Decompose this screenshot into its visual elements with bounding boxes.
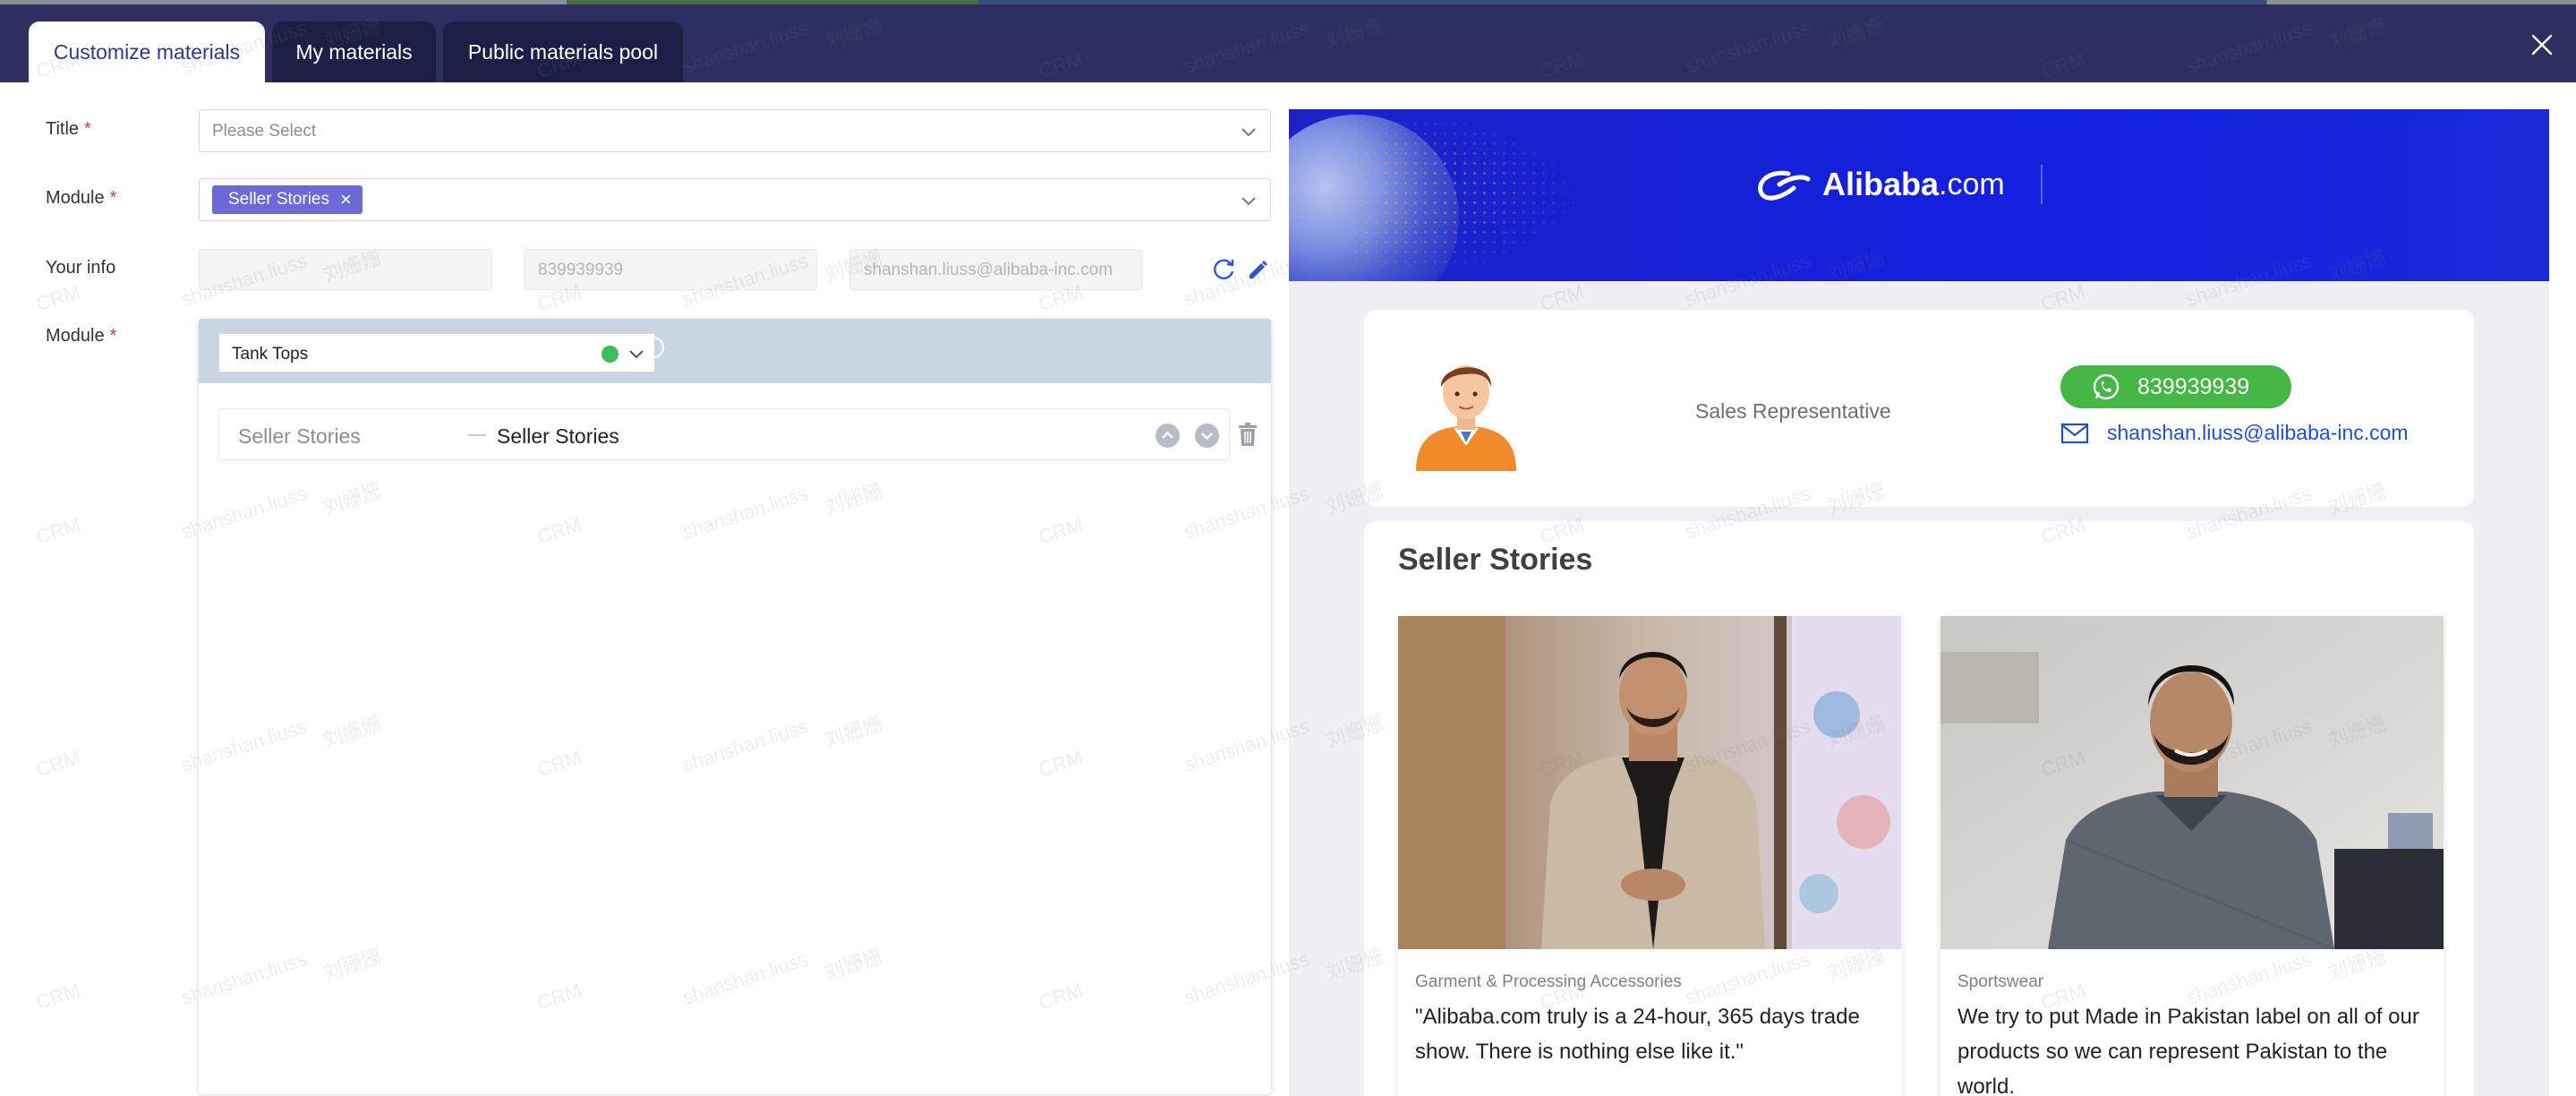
- title-select[interactable]: Please Select: [199, 109, 1271, 152]
- info-name-field: [199, 249, 492, 290]
- module-panel-header: Tank Tops: [199, 319, 1271, 383]
- tab-public-materials-pool[interactable]: Public materials pool: [443, 21, 683, 82]
- story-card[interactable]: Garment & Processing Accessories "Alibab…: [1398, 616, 1901, 1096]
- email-link[interactable]: shanshan.liuss@alibaba-inc.com: [2060, 421, 2409, 445]
- chevron-down-icon: [1201, 432, 1213, 441]
- chevron-down-icon: [1241, 197, 1256, 206]
- info-email-field: shanshan.liuss@alibaba-inc.com: [849, 249, 1143, 290]
- watermark-text: CRM: [33, 512, 83, 549]
- module-type-value: Tank Tops: [232, 345, 309, 364]
- your-info-label-text: Your info: [46, 258, 116, 278]
- module-tag: Seller Stories ×: [212, 185, 363, 214]
- email-address: shanshan.liuss@alibaba-inc.com: [2107, 421, 2409, 444]
- tab-my-materials[interactable]: My materials: [272, 21, 436, 82]
- story-photo: [1941, 616, 2444, 949]
- chevron-down-icon: [1241, 128, 1256, 137]
- move-down-button[interactable]: [1195, 424, 1219, 448]
- alibaba-banner: Alibaba .com: [1289, 109, 2549, 281]
- dialog-header: Customize materials My materials Public …: [0, 0, 2576, 82]
- whatsapp-number: 839939939: [2137, 373, 2250, 399]
- module-multiselect[interactable]: Seller Stories ×: [199, 178, 1271, 221]
- avatar: [1416, 365, 1516, 471]
- info-phone-field: 839939939: [524, 249, 817, 290]
- title-placeholder: Please Select: [212, 122, 317, 141]
- story-quote: We try to put Made in Pakistan label on …: [1958, 1005, 2419, 1096]
- refresh-icon[interactable]: [1212, 256, 1237, 281]
- whatsapp-button[interactable]: 839939939: [2060, 365, 2291, 408]
- watermark-text: CRM: [33, 279, 83, 316]
- module-panel: Tank Tops Seller Stories Seller Stories: [199, 319, 1271, 1094]
- watermark-text: CRM: [33, 978, 83, 1015]
- brand-name: Alibaba: [1822, 166, 1940, 202]
- story-category: Sportswear: [1958, 972, 2044, 991]
- preview-pane: Alibaba .com Sales Representative 839939…: [1289, 109, 2549, 1096]
- story-quote: "Alibaba.com truly is a 24-hour, 365 day…: [1415, 1005, 1860, 1064]
- module-item-row[interactable]: Seller Stories Seller Stories: [218, 408, 1230, 460]
- module2-label: Module *: [46, 326, 116, 347]
- seller-stories-card: Seller Stories Garment & Processing Acce…: [1364, 521, 2474, 1096]
- watermark-text: CRM: [33, 745, 83, 782]
- module-item-name: Seller Stories: [497, 424, 619, 448]
- close-icon[interactable]: [2529, 32, 2555, 57]
- row-separator: [468, 434, 486, 436]
- module-item-source: Seller Stories: [238, 424, 361, 448]
- tab-customize-materials[interactable]: Customize materials: [29, 21, 265, 82]
- title-label-text: Title: [46, 119, 80, 139]
- story-photo: [1398, 616, 1901, 949]
- profile-card: Sales Representative 839939939 shanshan.…: [1364, 310, 2474, 507]
- alibaba-mark-icon: [1758, 170, 1811, 201]
- edit-icon[interactable]: [1245, 256, 1270, 281]
- module-tag-label: Seller Stories: [228, 190, 329, 209]
- sales-role: Sales Representative: [1695, 399, 1891, 423]
- section-title: Seller Stories: [1398, 543, 1593, 577]
- trash-icon[interactable]: [1235, 421, 1260, 448]
- banner-divider: [2041, 165, 2043, 204]
- story-category: Garment & Processing Accessories: [1415, 972, 1682, 991]
- story-card[interactable]: Sportswear We try to put Made in Pakista…: [1941, 616, 2444, 1096]
- info-icon[interactable]: [641, 335, 666, 360]
- whatsapp-icon: [2093, 373, 2120, 400]
- your-info-label: Your info: [46, 258, 115, 278]
- mail-icon: [2060, 423, 2089, 443]
- required-mark: *: [84, 119, 91, 139]
- required-mark: *: [109, 188, 117, 208]
- title-label: Title *: [46, 119, 91, 140]
- tag-remove-icon[interactable]: ×: [340, 190, 352, 210]
- module-type-select[interactable]: Tank Tops: [218, 333, 655, 372]
- brand-domain: .com: [1939, 167, 2005, 201]
- dot-pattern: [1352, 109, 1584, 281]
- required-mark: *: [109, 326, 117, 346]
- alibaba-logo: Alibaba .com: [1753, 159, 2005, 210]
- module-label: Module *: [46, 188, 116, 209]
- chevron-up-icon: [1162, 431, 1173, 439]
- check-circle-icon: [601, 346, 618, 363]
- move-up-button[interactable]: [1156, 424, 1180, 448]
- module-label-text: Module: [46, 188, 105, 208]
- background-window-strip: [0, 0, 2576, 4]
- module2-label-text: Module: [46, 326, 105, 346]
